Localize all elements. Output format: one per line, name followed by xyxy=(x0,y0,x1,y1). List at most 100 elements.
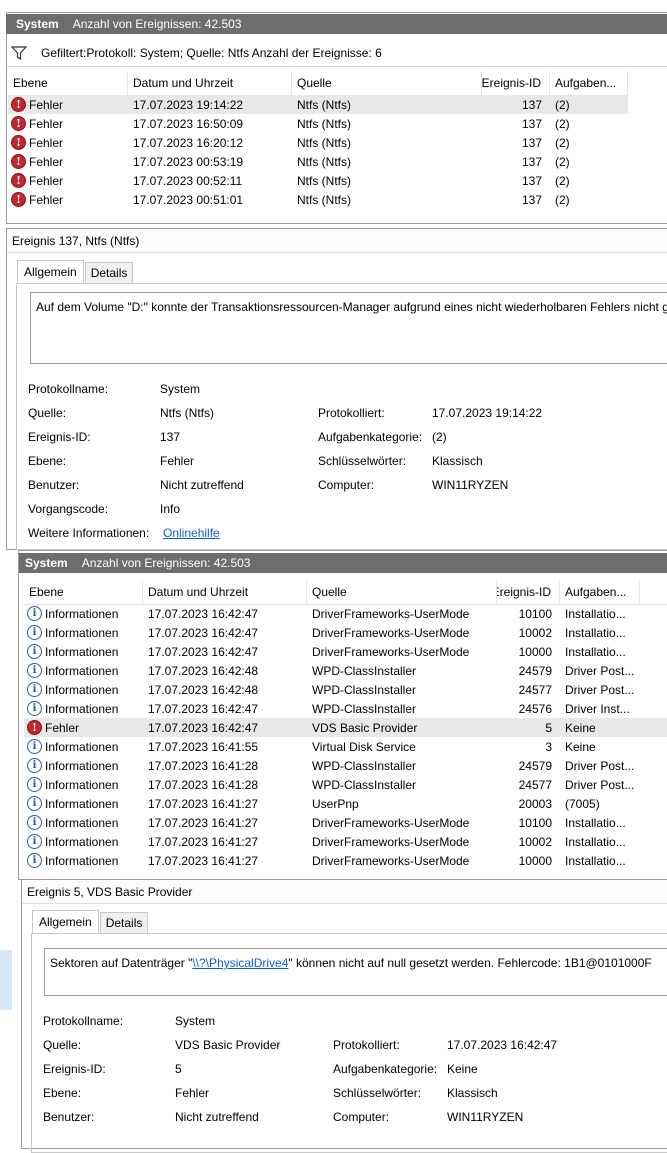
column-header-level[interactable]: Ebene xyxy=(8,71,128,95)
tab-general[interactable]: Allgemein xyxy=(17,260,84,283)
column-header-date[interactable]: Datum und Uhrzeit xyxy=(143,580,307,604)
info-icon: i xyxy=(27,853,42,868)
cell-source: DriverFrameworks-UserMode xyxy=(312,625,470,640)
column-header-date[interactable]: Datum und Uhrzeit xyxy=(128,71,292,95)
error-icon: ! xyxy=(11,154,26,169)
cell-source: DriverFrameworks-UserMode xyxy=(312,815,470,830)
cell-date: 17.07.2023 16:42:47 xyxy=(148,625,259,640)
cell-date: 17.07.2023 16:42:47 xyxy=(148,701,259,716)
second-column-header: Ebene Datum und Uhrzeit Quelle Ereignis-ID A… xyxy=(24,580,667,605)
table-row[interactable]: ! Fehler 17.07.2023 00:53:19 Ntfs (Ntfs) 137… xyxy=(8,152,628,171)
cell-source: DriverFrameworks-UserMode xyxy=(312,606,470,621)
level-text: Fehler xyxy=(29,116,64,131)
online-help-link[interactable]: Onlinehilfe xyxy=(163,526,220,540)
level-text: Informationen xyxy=(45,625,119,640)
cell-source: Ntfs (Ntfs) xyxy=(297,154,351,169)
column-header-source[interactable]: Quelle xyxy=(307,580,497,604)
log-title-2: System xyxy=(25,556,68,570)
column-header-source[interactable]: Quelle xyxy=(292,71,482,95)
cell-level: i Informationen xyxy=(24,815,143,830)
cell-level: i Informationen xyxy=(24,853,143,868)
cell-task: (2) xyxy=(555,116,570,131)
level-text: Informationen xyxy=(45,853,119,868)
column-header-task[interactable]: Aufgaben... xyxy=(560,580,640,604)
table-row[interactable]: ! Fehler 17.07.2023 16:50:09 Ntfs (Ntfs) 137… xyxy=(8,114,628,133)
level-text: Informationen xyxy=(45,796,119,811)
table-row[interactable]: ! Fehler 17.07.2023 00:51:01 Ntfs (Ntfs) 137… xyxy=(8,190,628,209)
event-count-2: Anzahl von Ereignissen: 42.503 xyxy=(81,556,251,570)
table-row[interactable]: ! Fehler 17.07.2023 16:20:12 Ntfs (Ntfs) 137… xyxy=(8,133,628,152)
info-icon: i xyxy=(27,663,42,678)
detail-tabs-2: Allgemein Details xyxy=(32,910,149,933)
cell-eventid: 137 xyxy=(521,173,542,188)
table-row[interactable]: i Informationen 17.07.2023 16:42:47 DriverF… xyxy=(24,623,667,642)
cell-level: i Informationen xyxy=(24,606,143,621)
table-row[interactable]: i Informationen 17.07.2023 16:42:47 DriverF… xyxy=(24,604,667,623)
cell-task: (2) xyxy=(555,192,570,207)
cell-eventid: 24576 xyxy=(518,701,552,716)
label-eventid: Ereignis-ID: xyxy=(28,430,91,444)
event-description-2: Sektoren auf Datenträger "\\?\PhysicalDr… xyxy=(44,948,667,996)
cell-level: i Informationen xyxy=(24,663,143,678)
table-row[interactable]: i Informationen 17.07.2023 16:42:48 WPD-Cla… xyxy=(24,680,667,699)
cell-task: (2) xyxy=(555,135,570,150)
table-row[interactable]: i Informationen 17.07.2023 16:41:27 DriverF… xyxy=(24,851,667,870)
level-text: Informationen xyxy=(45,739,119,754)
value-category-2: Keine xyxy=(447,1062,478,1076)
cell-task: Driver Post... xyxy=(565,758,635,773)
cell-date: 17.07.2023 16:50:09 xyxy=(133,116,244,131)
cell-eventid: 137 xyxy=(521,135,542,150)
table-row[interactable]: i Informationen 17.07.2023 16:42:47 DriverF… xyxy=(24,642,667,661)
info-icon: i xyxy=(27,625,42,640)
label-logged-2: Protokolliert: xyxy=(333,1038,400,1052)
cell-task: Driver Post... xyxy=(565,663,635,678)
cell-date: 17.07.2023 16:42:47 xyxy=(148,720,259,735)
value-computer-2: WIN11RYZEN xyxy=(447,1110,524,1124)
tab-details[interactable]: Details xyxy=(84,262,134,283)
label-keywords-2: Schlüsselwörter: xyxy=(333,1086,422,1100)
tab-general-2[interactable]: Allgemein xyxy=(32,910,99,933)
table-row[interactable]: i Informationen 17.07.2023 16:42:47 WPD-Cla… xyxy=(24,699,667,718)
cell-date: 17.07.2023 16:42:47 xyxy=(148,644,259,659)
cell-date: 17.07.2023 16:41:27 xyxy=(148,815,259,830)
table-row[interactable]: ! Fehler 17.07.2023 00:52:11 Ntfs (Ntfs) 137… xyxy=(8,171,628,190)
cell-task: Driver Post... xyxy=(565,682,635,697)
table-row[interactable]: i Informationen 17.07.2023 16:41:55 Virtual… xyxy=(24,737,667,756)
error-icon: ! xyxy=(27,720,42,735)
cell-level: ! Fehler xyxy=(8,97,128,112)
tab-details-2[interactable]: Details xyxy=(99,912,149,933)
table-row[interactable]: i Informationen 17.07.2023 16:41:27 UserPnp… xyxy=(24,794,667,813)
info-icon: i xyxy=(27,682,42,697)
table-row[interactable]: i Informationen 17.07.2023 16:41:28 WPD-Cla… xyxy=(24,756,667,775)
table-row[interactable]: i Informationen 17.07.2023 16:41:28 WPD-Cla… xyxy=(24,775,667,794)
cell-source: DriverFrameworks-UserMode xyxy=(312,834,470,849)
cell-level: i Informationen xyxy=(24,682,143,697)
top-event-list: ! Fehler 17.07.2023 19:14:22 Ntfs (Ntfs) 137… xyxy=(8,95,628,209)
label-logname-2: Protokollname: xyxy=(43,1014,124,1028)
cell-eventid: 20003 xyxy=(518,796,552,811)
cell-eventid: 10000 xyxy=(518,853,552,868)
value-level: Fehler xyxy=(160,454,195,468)
column-header-eventid[interactable]: Ereignis-ID xyxy=(482,71,550,95)
description-text-2a: Sektoren auf Datenträger " xyxy=(50,956,193,970)
table-row[interactable]: ! Fehler 17.07.2023 16:42:47 VDS Basic Prov… xyxy=(24,718,667,737)
table-row[interactable]: ! Fehler 17.07.2023 19:14:22 Ntfs (Ntfs) 137… xyxy=(8,95,628,114)
cell-source: WPD-ClassInstaller xyxy=(312,701,417,716)
table-row[interactable]: i Informationen 17.07.2023 16:42:48 WPD-Cla… xyxy=(24,661,667,680)
level-text: Fehler xyxy=(29,154,64,169)
value-user: Nicht zutreffend xyxy=(160,478,244,492)
cell-source: UserPnp xyxy=(312,796,359,811)
column-header-task[interactable]: Aufgaben... xyxy=(550,71,628,95)
column-header-eventid[interactable]: Ereignis-ID xyxy=(497,580,560,604)
table-row[interactable]: i Informationen 17.07.2023 16:41:27 DriverF… xyxy=(24,832,667,851)
column-header-level[interactable]: Ebene xyxy=(24,580,143,604)
physical-drive-link[interactable]: \\?\PhysicalDrive4 xyxy=(192,956,288,970)
info-icon: i xyxy=(27,834,42,849)
level-text: Fehler xyxy=(45,720,80,735)
cell-source: WPD-ClassInstaller xyxy=(312,777,417,792)
funnel-icon[interactable] xyxy=(11,46,27,60)
label-computer: Computer: xyxy=(318,478,375,492)
table-row[interactable]: i Informationen 17.07.2023 16:41:27 DriverF… xyxy=(24,813,667,832)
level-text: Fehler xyxy=(29,97,64,112)
level-text: Fehler xyxy=(29,173,64,188)
